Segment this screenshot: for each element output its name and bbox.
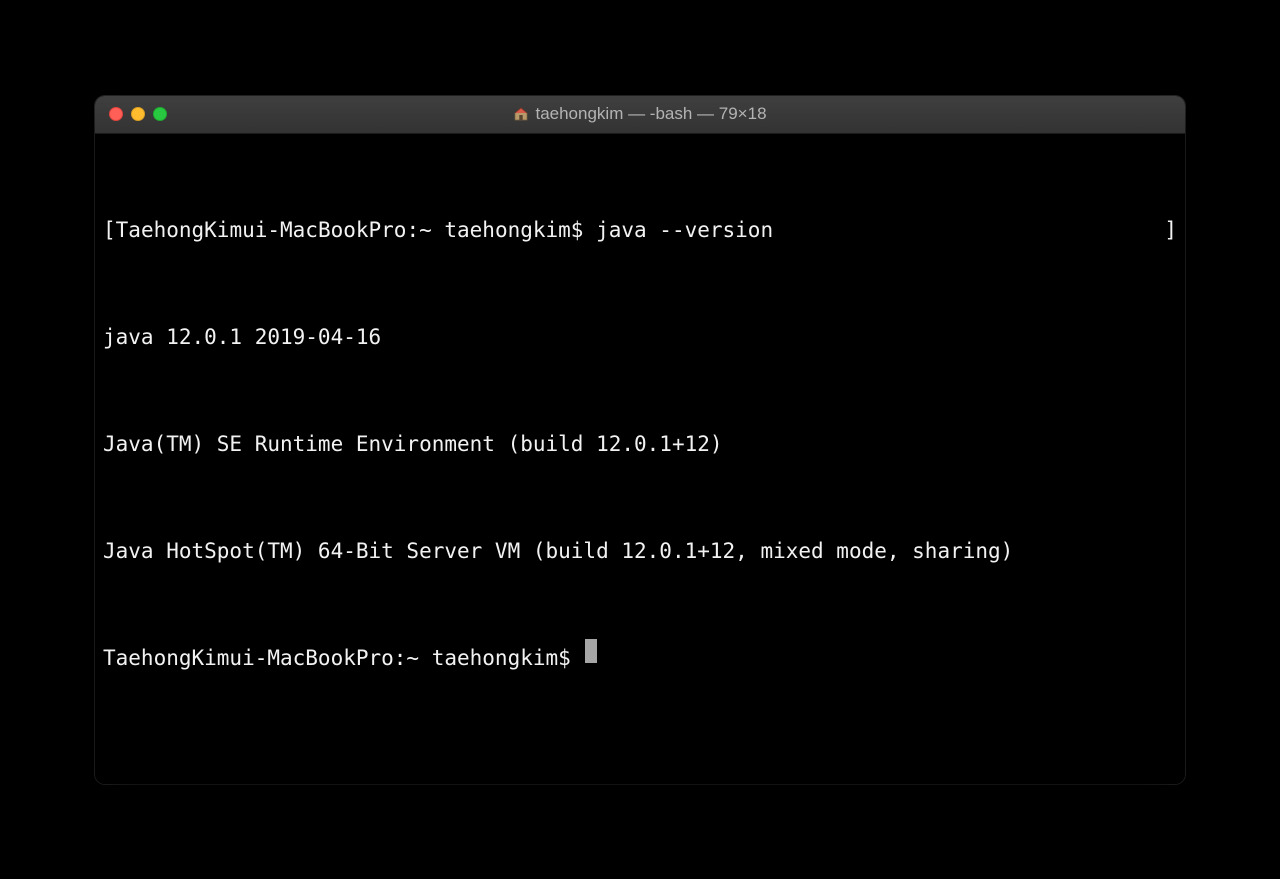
maximize-icon[interactable] — [153, 107, 167, 121]
terminal-line: [TaehongKimui-MacBookPro:~ taehongkim$ j… — [103, 213, 1177, 249]
terminal-output: [TaehongKimui-MacBookPro:~ taehongkim$ j… — [103, 213, 773, 249]
terminal-output: Java HotSpot(TM) 64-Bit Server VM (build… — [103, 534, 1013, 570]
command-text: java --version — [596, 218, 773, 242]
close-icon[interactable] — [109, 107, 123, 121]
terminal-output: Java(TM) SE Runtime Environment (build 1… — [103, 427, 723, 463]
prompt: TaehongKimui-MacBookPro:~ taehongkim$ — [116, 218, 596, 242]
bracket-left: [ — [103, 218, 116, 242]
terminal-output: java 12.0.1 2019-04-16 — [103, 320, 381, 356]
titlebar[interactable]: taehongkim — -bash — 79×18 — [95, 96, 1185, 134]
terminal-line: TaehongKimui-MacBookPro:~ taehongkim$ — [103, 641, 1177, 677]
home-folder-icon — [513, 106, 529, 122]
traffic-lights — [95, 107, 167, 121]
terminal-window: taehongkim — -bash — 79×18 [TaehongKimui… — [95, 96, 1185, 784]
cursor — [585, 639, 597, 663]
terminal-line: Java HotSpot(TM) 64-Bit Server VM (build… — [103, 534, 1177, 570]
minimize-icon[interactable] — [131, 107, 145, 121]
window-title: taehongkim — -bash — 79×18 — [535, 104, 766, 124]
prompt: TaehongKimui-MacBookPro:~ taehongkim$ — [103, 641, 583, 677]
title-wrap: taehongkim — -bash — 79×18 — [95, 104, 1185, 124]
bracket-right: ] — [1164, 213, 1177, 249]
terminal-line: Java(TM) SE Runtime Environment (build 1… — [103, 427, 1177, 463]
terminal-body[interactable]: [TaehongKimui-MacBookPro:~ taehongkim$ j… — [95, 134, 1185, 784]
terminal-line: java 12.0.1 2019-04-16 — [103, 320, 1177, 356]
